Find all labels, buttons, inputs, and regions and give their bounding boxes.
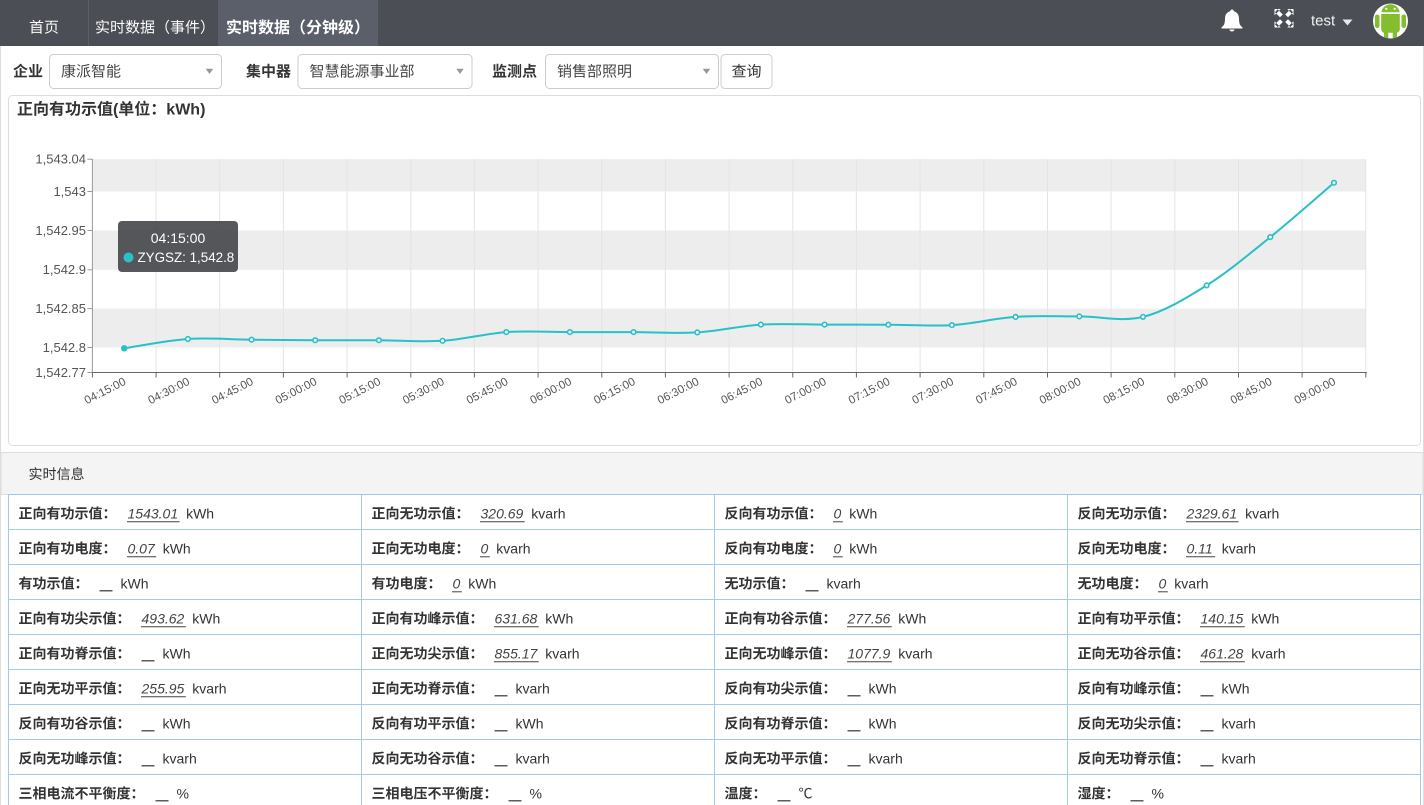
svg-text:0: 0 [481, 540, 489, 556]
svg-text:kvarh: kvarh [531, 505, 565, 521]
svg-text:(: ( [113, 102, 119, 119]
svg-text:461.28: 461.28 [1201, 645, 1244, 661]
svg-text:277.56: 277.56 [847, 610, 891, 626]
svg-text:kWh: kWh [163, 715, 191, 731]
svg-text:kvarh: kvarh [496, 540, 530, 556]
svg-text:kvarh: kvarh [516, 680, 550, 696]
svg-text:kvarh: kvarh [192, 680, 226, 696]
svg-text:kvarh: kvarh [869, 750, 903, 766]
svg-text:kvarh: kvarh [1251, 645, 1285, 661]
svg-text:631.68: 631.68 [495, 610, 538, 626]
svg-text:kvarh: kvarh [898, 645, 932, 661]
svg-text:kvarh: kvarh [1174, 575, 1208, 591]
svg-text:320.69: 320.69 [481, 505, 524, 521]
svg-text:kvarh: kvarh [1222, 750, 1256, 766]
svg-text:kWh: kWh [186, 505, 214, 521]
svg-text:kWh: kWh [192, 610, 220, 626]
svg-text:ZYGSZ: 1,542.8: ZYGSZ: 1,542.8 [138, 250, 235, 265]
svg-text:kWh: kWh [545, 610, 573, 626]
svg-text:04:15:00: 04:15:00 [151, 230, 206, 246]
svg-text:140.15: 140.15 [1201, 610, 1244, 626]
svg-text:kWh: kWh [516, 715, 544, 731]
svg-text:%: % [530, 785, 542, 801]
svg-text:kvarh: kvarh [1222, 540, 1256, 556]
svg-text:0: 0 [453, 575, 461, 591]
svg-text:kWh): kWh) [166, 102, 205, 119]
svg-text:1,543: 1,543 [53, 184, 86, 199]
svg-text:kWh: kWh [849, 540, 877, 556]
svg-text:255.95: 255.95 [141, 680, 185, 696]
svg-text:1,542.77: 1,542.77 [35, 365, 86, 380]
svg-text:1,542.95: 1,542.95 [35, 223, 86, 238]
svg-text:1,542.8: 1,542.8 [43, 340, 86, 355]
svg-text:%: % [177, 785, 189, 801]
svg-text:1077.9: 1077.9 [848, 645, 891, 661]
svg-text:0.07: 0.07 [128, 540, 156, 556]
svg-text:2329.61: 2329.61 [1186, 505, 1238, 521]
svg-text:1543.01: 1543.01 [128, 505, 179, 521]
svg-text:1,542.85: 1,542.85 [35, 301, 86, 316]
svg-text:kWh: kWh [163, 645, 191, 661]
svg-text:kWh: kWh [898, 610, 926, 626]
svg-text:1,542.9: 1,542.9 [43, 262, 86, 277]
svg-text:kWh: kWh [869, 715, 897, 731]
svg-text:493.62: 493.62 [142, 610, 185, 626]
svg-text:kWh: kWh [163, 540, 191, 556]
svg-text:0: 0 [834, 540, 842, 556]
svg-text:kWh: kWh [849, 505, 877, 521]
svg-text:0: 0 [834, 505, 842, 521]
svg-text:kWh: kWh [1251, 610, 1279, 626]
svg-text:0.11: 0.11 [1187, 540, 1213, 556]
svg-text:test: test [1311, 13, 1336, 30]
svg-text:kvarh: kvarh [827, 575, 861, 591]
svg-text:855.17: 855.17 [495, 645, 539, 661]
svg-text:kWh: kWh [468, 575, 496, 591]
svg-text:kvarh: kvarh [1245, 505, 1279, 521]
svg-text:kvarh: kvarh [516, 750, 550, 766]
svg-text:kWh: kWh [121, 575, 149, 591]
svg-text:0: 0 [1159, 575, 1167, 591]
svg-text:kvarh: kvarh [545, 645, 579, 661]
svg-text:kvarh: kvarh [1222, 715, 1256, 731]
svg-text:1,543.04: 1,543.04 [35, 152, 86, 167]
svg-text:kvarh: kvarh [163, 750, 197, 766]
svg-text:%: % [1152, 785, 1164, 801]
svg-text:kWh: kWh [869, 680, 897, 696]
svg-text:kWh: kWh [1222, 680, 1250, 696]
